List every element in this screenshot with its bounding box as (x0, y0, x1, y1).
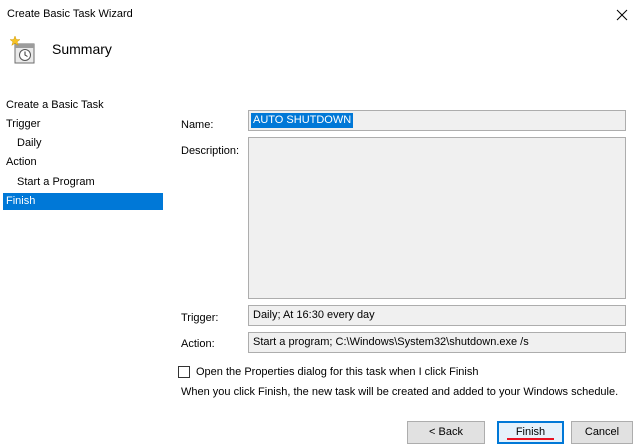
finish-focus-underline (507, 438, 554, 440)
create-basic-task-wizard-window: Create Basic Task Wizard Summary Create … (0, 0, 640, 448)
name-value: AUTO SHUTDOWN (251, 113, 354, 128)
close-button[interactable] (604, 0, 640, 30)
open-properties-label: Open the Properties dialog for this task… (196, 366, 479, 378)
task-clock-icon (9, 35, 35, 64)
finish-button[interactable]: Finish (497, 421, 564, 444)
action-value: Start a program; C:\Windows\System32\shu… (248, 332, 626, 353)
title-bar: Create Basic Task Wizard (0, 0, 640, 30)
sidebar-item-create-basic-task[interactable]: Create a Basic Task (6, 97, 104, 114)
window-title: Create Basic Task Wizard (7, 8, 133, 20)
open-properties-option[interactable]: Open the Properties dialog for this task… (178, 366, 478, 378)
description-label: Description: (181, 145, 240, 157)
wizard-header: Summary (0, 30, 640, 78)
description-field[interactable] (248, 137, 626, 299)
finish-button-label: Finish (515, 426, 546, 438)
sidebar-item-action[interactable]: Action (6, 154, 37, 171)
sidebar-item-finish[interactable]: Finish (3, 193, 163, 210)
name-field[interactable]: AUTO SHUTDOWN (248, 110, 626, 131)
sidebar-item-daily[interactable]: Daily (17, 135, 41, 152)
trigger-value: Daily; At 16:30 every day (248, 305, 626, 326)
back-button[interactable]: < Back (407, 421, 485, 444)
close-icon (616, 9, 628, 21)
open-properties-checkbox[interactable] (178, 366, 190, 378)
page-title: Summary (52, 41, 112, 57)
cancel-button[interactable]: Cancel (571, 421, 633, 444)
name-label: Name: (181, 119, 214, 131)
action-label: Action: (181, 338, 215, 350)
sidebar-item-trigger[interactable]: Trigger (6, 116, 40, 133)
sidebar-item-start-program[interactable]: Start a Program (17, 174, 95, 191)
trigger-label: Trigger: (181, 312, 219, 324)
finish-info-text: When you click Finish, the new task will… (181, 386, 619, 398)
